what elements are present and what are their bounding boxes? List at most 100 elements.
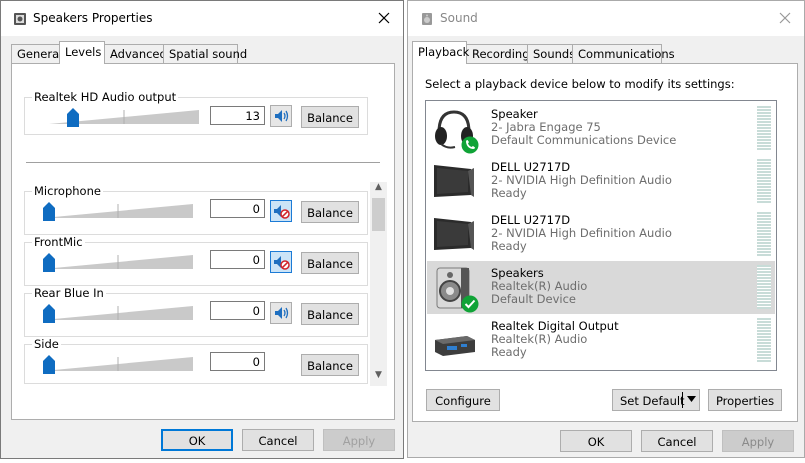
output-label: Realtek HD Audio output [32, 90, 179, 104]
tab-levels[interactable]: Levels [59, 41, 105, 64]
playback-prompt: Select a playback device below to modify… [425, 77, 735, 91]
close-icon[interactable] [375, 9, 393, 27]
speaker-muted-icon [274, 256, 290, 270]
slider-thumb[interactable] [43, 355, 55, 374]
playback-device[interactable]: Speakers Realtek(R) Audio Default Device [427, 261, 775, 314]
input-label: FrontMic [32, 235, 85, 249]
device-driver: 2- Jabra Engage 75 [491, 120, 601, 134]
output-volume-slider[interactable] [49, 105, 199, 127]
tab-playback[interactable]: Playback [412, 41, 469, 64]
speaker-app-icon [14, 13, 26, 25]
slider-thumb[interactable] [43, 202, 55, 221]
input-volume-value[interactable]: 0 [210, 301, 265, 320]
input-volume-slider[interactable] [43, 301, 193, 323]
input-label: Rear Blue In [32, 286, 106, 300]
tab-sounds[interactable]: Sounds [527, 44, 575, 63]
playback-device[interactable]: Speaker 2- Jabra Engage 75 Default Communi… [427, 102, 775, 155]
level-meter [757, 212, 771, 256]
check-badge-icon [461, 295, 479, 313]
monitor-icon [434, 165, 474, 197]
device-name: Speaker [491, 107, 538, 121]
input-balance-button[interactable]: Balance [301, 252, 359, 274]
input-balance-button[interactable]: Balance [301, 303, 359, 325]
title-bar: Speakers Properties [1, 1, 403, 36]
scroll-up-icon[interactable]: ▲ [370, 182, 387, 198]
properties-button[interactable]: Properties [708, 389, 782, 411]
tab-spatial-sound[interactable]: Spatial sound [163, 44, 247, 63]
apply-button[interactable]: Apply [722, 430, 794, 452]
tab-recording[interactable]: Recording [466, 44, 530, 63]
slider-track [43, 255, 193, 269]
close-icon[interactable] [776, 9, 794, 27]
output-mute-button[interactable] [270, 105, 292, 127]
dropdown-arrow-icon[interactable] [687, 396, 696, 403]
set-default-label: Set Default [620, 394, 685, 408]
monitor-icon [434, 218, 474, 250]
input-volume-slider[interactable] [43, 199, 193, 221]
scroll-thumb[interactable] [372, 198, 385, 231]
input-balance-button[interactable]: Balance [301, 201, 359, 223]
input-mute-button[interactable] [270, 302, 292, 324]
input-volume-value[interactable]: 0 [210, 352, 265, 371]
input-mute-button[interactable] [270, 251, 292, 273]
input-volume-value[interactable]: 0 [210, 250, 265, 269]
separator [26, 162, 380, 163]
playback-device[interactable]: Realtek Digital Output Realtek(R) Audio Re… [427, 314, 775, 367]
levels-scrollbar[interactable]: ▲ ▼ [370, 182, 387, 386]
input-mute-button[interactable] [270, 200, 292, 222]
ok-button[interactable]: OK [161, 429, 233, 451]
level-meter [757, 159, 771, 203]
apply-button[interactable]: Apply [323, 429, 395, 451]
device-status: Ready [491, 186, 527, 200]
device-status: Ready [491, 239, 527, 253]
device-name: DELL U2717D [491, 160, 571, 174]
input-volume-value[interactable]: 0 [210, 199, 265, 218]
playback-device[interactable]: DELL U2717D 2- NVIDIA High Definition Aud… [427, 208, 775, 261]
input-balance-button[interactable]: Balance [301, 354, 359, 376]
device-icon-wrap [431, 106, 479, 154]
phone-badge-icon [461, 136, 479, 154]
slider-thumb[interactable] [43, 304, 55, 323]
output-volume-value[interactable]: 13 [210, 106, 265, 125]
configure-button[interactable]: Configure [426, 389, 500, 411]
level-meter [757, 106, 771, 150]
ok-button[interactable]: OK [560, 430, 632, 452]
slider-track [43, 204, 193, 218]
device-driver: Realtek(R) Audio [491, 279, 588, 293]
tab-advanced[interactable]: Advanced [104, 44, 167, 63]
window-title: Sound [440, 11, 478, 25]
tab-communications[interactable]: Communications [572, 44, 675, 63]
device-name: Realtek Digital Output [491, 319, 619, 333]
input-label: Side [32, 337, 61, 351]
title-bar: Sound [408, 1, 804, 36]
slider-thumb[interactable] [43, 253, 55, 272]
device-status: Default Communications Device [491, 133, 677, 147]
speaker-muted-icon [274, 205, 290, 219]
speakers-properties-window: Speakers Properties General Levels Advan… [0, 0, 404, 459]
input-volume-slider[interactable] [43, 352, 193, 374]
slider-thumb[interactable] [66, 108, 79, 127]
output-balance-button[interactable]: Balance [301, 106, 359, 128]
input-label: Microphone [32, 184, 103, 198]
playback-panel: Select a playback device below to modify… [412, 63, 798, 422]
device-name: DELL U2717D [491, 213, 571, 227]
input-volume-slider[interactable] [43, 250, 193, 272]
split-divider [682, 392, 683, 408]
cancel-button[interactable]: Cancel [242, 429, 314, 451]
cancel-button[interactable]: Cancel [641, 430, 713, 452]
tab-general[interactable]: General [11, 44, 62, 63]
device-status: Ready [491, 345, 527, 359]
level-meter [757, 318, 771, 362]
speaker-volume-icon [275, 307, 289, 319]
playback-device[interactable]: DELL U2717D 2- NVIDIA High Definition Aud… [427, 155, 775, 208]
sound-app-icon [422, 13, 432, 25]
device-name: Speakers [491, 266, 544, 280]
slider-track [43, 357, 193, 371]
scroll-down-icon[interactable]: ▼ [370, 370, 387, 386]
speaker-volume-icon [275, 110, 289, 122]
device-list[interactable]: Speaker 2- Jabra Engage 75 Default Communi… [425, 100, 777, 371]
device-icon-wrap [431, 212, 477, 258]
set-default-button[interactable]: Set Default [612, 389, 700, 411]
slider-track [43, 306, 193, 320]
sound-window: Sound Playback Recording Sounds Communic… [407, 0, 805, 458]
